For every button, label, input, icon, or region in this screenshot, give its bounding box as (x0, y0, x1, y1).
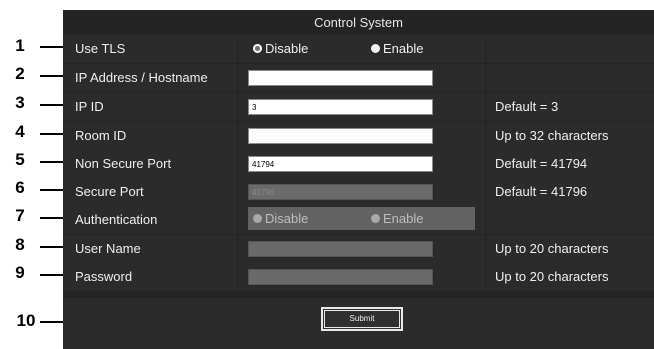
row-non-secure-port: Non Secure Port Default = 41794 (63, 150, 654, 179)
row-use-tls: Use TLS Disable Enable (63, 35, 654, 64)
row-label: Secure Port (63, 178, 237, 206)
callout-1: 1 (15, 36, 25, 55)
callout-6: 6 (15, 178, 25, 197)
row-note (486, 206, 654, 234)
tls-enable-label: Enable (383, 41, 424, 56)
room-id-cell (238, 122, 485, 150)
row-label: IP ID (63, 93, 237, 121)
user-name-cell (238, 235, 485, 263)
callout-5: 5 (15, 150, 25, 169)
secure-port-cell (238, 178, 485, 206)
row-room-id: Room ID Up to 32 characters (63, 122, 654, 151)
control-system-panel: Control System Use TLS Disable Enable IP… (63, 10, 654, 349)
row-label: User Name (63, 235, 237, 263)
auth-enable-label: Enable (383, 211, 424, 226)
radio-icon (371, 44, 380, 53)
non-secure-port-input[interactable] (248, 156, 433, 172)
radio-icon (253, 214, 262, 223)
tls-enable-radio[interactable]: Enable (371, 35, 423, 63)
room-id-input[interactable] (248, 128, 433, 144)
row-label: Use TLS (63, 35, 237, 63)
radio-selected-icon (253, 44, 262, 53)
callout-8: 8 (15, 235, 25, 254)
non-secure-port-cell (238, 150, 485, 178)
password-input (248, 269, 433, 285)
row-authentication: Authentication Disable Enable (63, 206, 654, 235)
row-label: Password (63, 263, 237, 291)
row-user-name: User Name Up to 20 characters (63, 235, 654, 264)
callout-7: 7 (15, 206, 25, 225)
auth-disable-label: Disable (265, 211, 309, 226)
row-note: Default = 3 (486, 93, 654, 121)
tls-disable-radio[interactable]: Disable (253, 35, 308, 63)
tls-disable-label: Disable (265, 41, 309, 56)
tls-options: Disable Enable (238, 35, 485, 63)
row-password: Password Up to 20 characters (63, 263, 654, 292)
row-ip-address: IP Address / Hostname (63, 64, 654, 93)
row-note: Up to 20 characters (486, 235, 654, 263)
callout-9: 9 (15, 263, 25, 282)
callout-3: 3 (15, 93, 25, 112)
secure-port-input (248, 184, 433, 200)
auth-cell: Disable Enable (238, 206, 485, 234)
row-note (486, 35, 654, 63)
auth-disable-radio: Disable (253, 205, 308, 233)
radio-icon (371, 214, 380, 223)
row-ip-id: IP ID Default = 3 (63, 93, 654, 122)
submit-area: Submit (63, 298, 654, 349)
ip-id-cell (238, 93, 485, 121)
callout-2: 2 (15, 64, 25, 83)
auth-options: Disable Enable (248, 207, 475, 230)
row-note: Default = 41794 (486, 150, 654, 178)
panel-title: Control System (314, 15, 403, 30)
password-cell (238, 263, 485, 291)
submit-button[interactable]: Submit (320, 306, 404, 332)
row-note (486, 64, 654, 92)
user-name-input (248, 241, 433, 257)
auth-enable-radio: Enable (371, 205, 423, 233)
ip-id-input[interactable] (248, 99, 433, 115)
row-note: Default = 41796 (486, 178, 654, 206)
row-note: Up to 32 characters (486, 122, 654, 150)
row-label: IP Address / Hostname (63, 64, 237, 92)
ip-address-input[interactable] (248, 70, 433, 86)
row-secure-port: Secure Port Default = 41796 (63, 178, 654, 207)
row-label: Room ID (63, 122, 237, 150)
row-note: Up to 20 characters (486, 263, 654, 291)
row-label: Authentication (63, 206, 237, 234)
row-label: Non Secure Port (63, 150, 237, 178)
ip-address-cell (238, 64, 485, 92)
callout-4: 4 (15, 122, 25, 141)
